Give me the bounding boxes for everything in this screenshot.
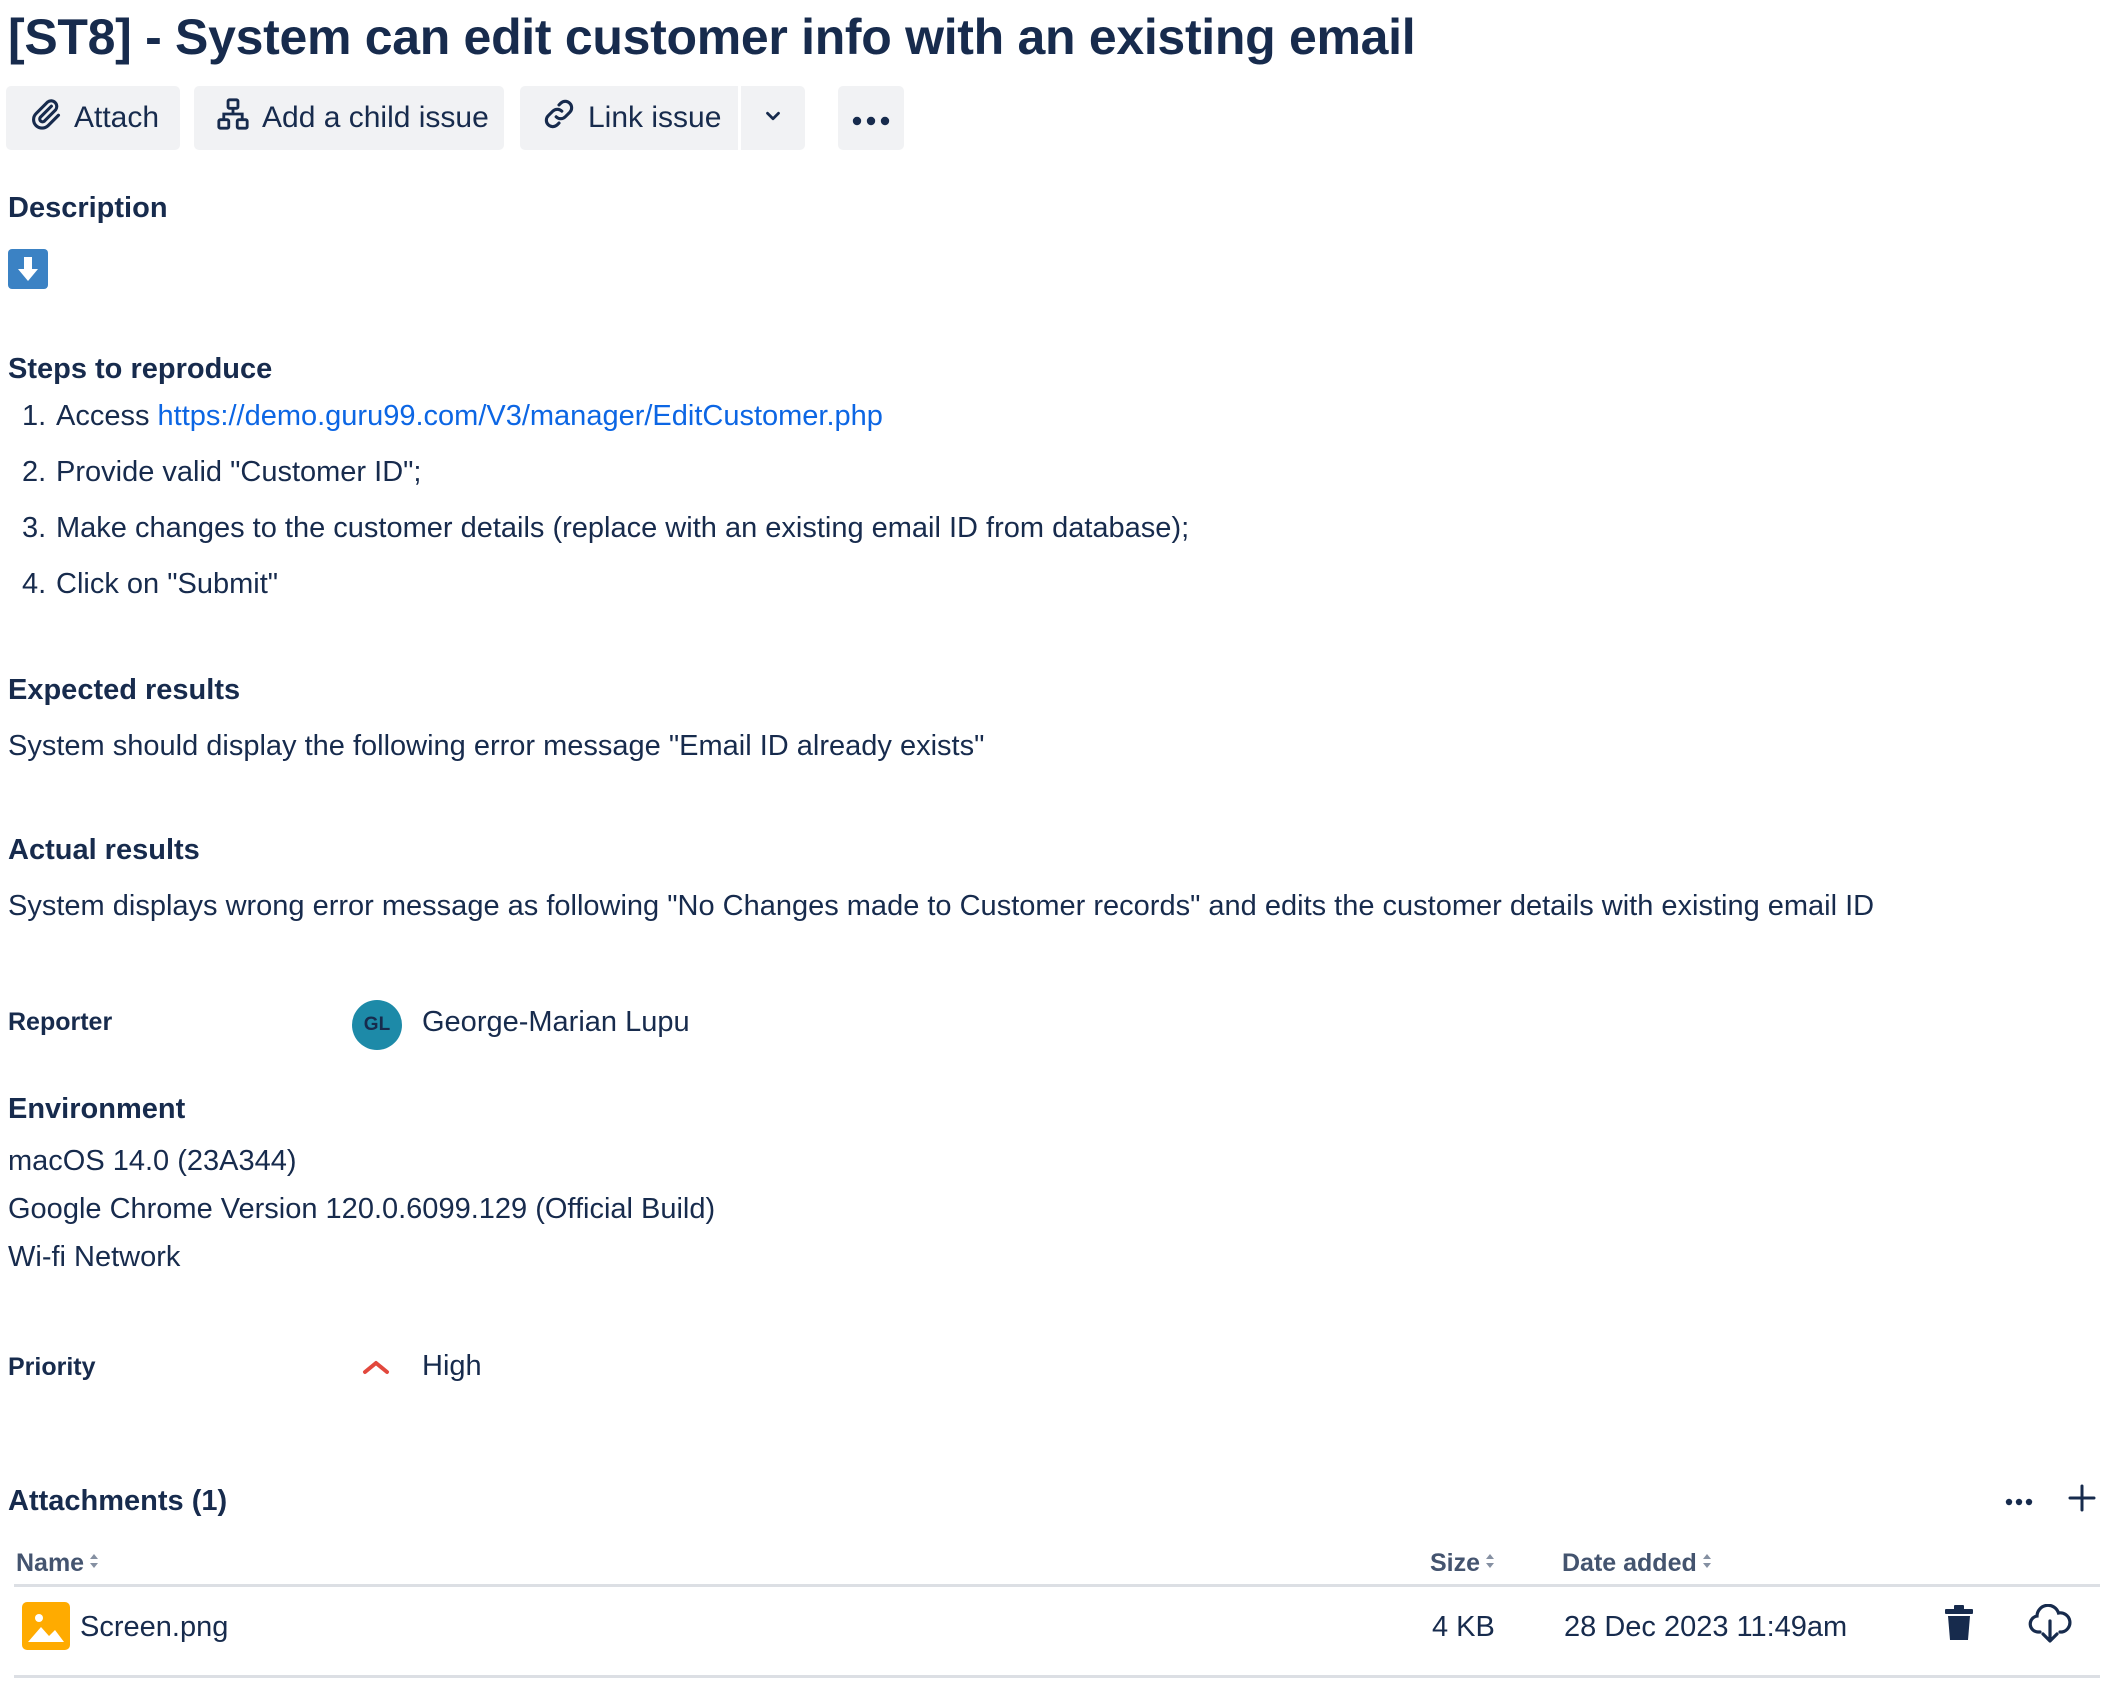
hierarchy-icon (216, 97, 250, 139)
issue-title[interactable]: [ST8] - System can edit customer info wi… (8, 8, 1416, 66)
expected-results-heading: Expected results (8, 674, 241, 706)
more-icon (851, 101, 891, 135)
environment-heading: Environment (8, 1093, 186, 1125)
image-file-icon (22, 1602, 70, 1650)
list-item: 1. Access https://demo.guru99.com/V3/mana… (22, 400, 883, 432)
priority-high-icon (360, 1354, 392, 1387)
priority-label: Priority (8, 1353, 96, 1381)
column-header-date-added[interactable]: Date added (1562, 1549, 1713, 1578)
priority-value[interactable]: High (422, 1350, 482, 1383)
actual-results-heading: Actual results (8, 834, 200, 866)
expected-results-text: System should display the following erro… (8, 730, 985, 762)
attach-label: Attach (74, 101, 160, 134)
list-item: 4. Click on "Submit" (22, 568, 279, 600)
list-item: 3. Make changes to the customer details (… (22, 512, 1190, 544)
reporter-label: Reporter (8, 1008, 113, 1036)
actual-results-text: System displays wrong error message as f… (8, 890, 1875, 922)
table-divider (14, 1675, 2100, 1678)
column-header-name[interactable]: Name (16, 1549, 100, 1578)
steps-list: 1. Access https://demo.guru99.com/V3/mana… (22, 400, 1189, 624)
sort-icon (88, 1549, 100, 1578)
attachment-name[interactable]: Screen.png (80, 1611, 228, 1644)
attachments-more-icon[interactable] (2004, 1494, 2034, 1512)
description-heading: Description (8, 192, 168, 224)
reporter-name[interactable]: George-Marian Lupu (422, 1006, 690, 1039)
add-child-issue-button[interactable]: Add a child issue (194, 86, 504, 150)
column-header-size[interactable]: Size (1430, 1549, 1496, 1578)
environment-line: macOS 14.0 (23A344) (8, 1145, 297, 1177)
list-item: 2. Provide valid "Customer ID"; (22, 456, 422, 488)
attach-button[interactable]: Attach (6, 86, 180, 150)
more-actions-button[interactable] (838, 86, 904, 150)
attachments-heading: Attachments (1) (8, 1485, 228, 1517)
environment-line: Wi-fi Network (8, 1241, 181, 1273)
environment-line: Google Chrome Version 120.0.6099.129 (Of… (8, 1193, 716, 1225)
attachment-size: 4 KB (1432, 1611, 1495, 1643)
chevron-down-icon (762, 101, 784, 135)
add-child-issue-label: Add a child issue (262, 101, 489, 134)
sort-icon (1484, 1549, 1496, 1578)
attachment-date: 28 Dec 2023 11:49am (1564, 1611, 1848, 1643)
add-attachment-icon[interactable] (2066, 1482, 2098, 1519)
issue-view: [ST8] - System can edit customer info wi… (0, 0, 2108, 1688)
customer-edit-link[interactable]: https://demo.guru99.com/V3/manager/EditC… (158, 400, 883, 432)
avatar[interactable]: GL (352, 1000, 402, 1050)
sort-icon (1701, 1549, 1713, 1578)
table-divider (14, 1584, 2100, 1587)
link-icon (542, 97, 576, 139)
paperclip-icon (28, 97, 62, 139)
download-icon[interactable] (2028, 1603, 2072, 1649)
link-issue-label: Link issue (588, 101, 722, 134)
link-issue-dropdown-button[interactable] (741, 86, 805, 150)
steps-heading: Steps to reproduce (8, 353, 273, 385)
trash-icon[interactable] (1942, 1604, 1976, 1647)
link-issue-button[interactable]: Link issue (520, 86, 738, 150)
arrow-down-icon (8, 249, 48, 289)
